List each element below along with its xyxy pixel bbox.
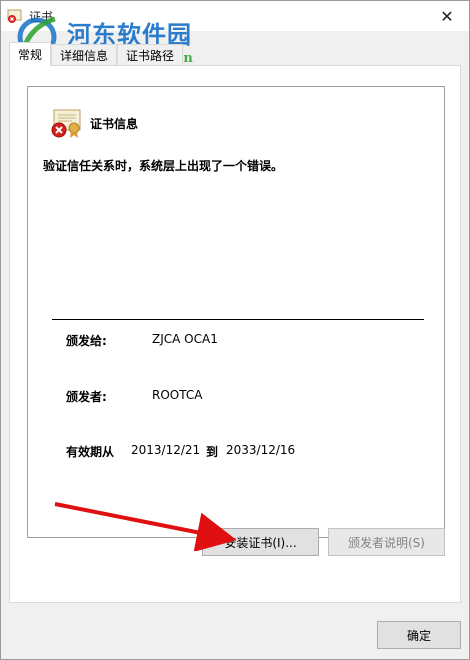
ok-button[interactable]: 确定 [377,621,461,649]
issued-to-label: 颁发给: [66,334,107,348]
tab-general[interactable]: 常规 [9,42,52,66]
divider [52,319,424,320]
window-title: 证书 [29,10,54,24]
install-certificate-button[interactable]: 安装证书(I)... [202,528,319,556]
tab-details[interactable]: 详细信息 [51,44,118,66]
certificate-info-box: 证书信息 验证信任关系时，系统层上出现了一个错误。 颁发给: ZJCA OCA1… [27,86,445,538]
issued-by-label: 颁发者: [66,390,107,404]
certificate-error-icon [7,9,22,23]
validity-label: 有效期从 [66,445,115,459]
error-message: 验证信任关系时，系统层上出现了一个错误。 [43,159,284,173]
certificate-window: 证书 ✕ 河东软件园 www.pc0359.cn 常规 详细信息 证书路径 [0,0,470,660]
close-button[interactable]: ✕ [425,1,469,31]
tab-cert-path[interactable]: 证书路径 [117,44,184,66]
certificate-error-icon [51,109,81,138]
valid-to-value: 2033/12/16 [226,443,296,457]
general-tab-panel: 证书信息 验证信任关系时，系统层上出现了一个错误。 颁发给: ZJCA OCA1… [9,65,461,603]
tab-strip: 常规 详细信息 证书路径 [9,42,184,66]
close-icon: ✕ [440,6,454,26]
cert-info-title: 证书信息 [90,117,139,131]
issuer-statement-button[interactable]: 颁发者说明(S) [328,528,445,556]
issued-by-value: ROOTCA [152,388,203,402]
validity-to-label: 到 [206,445,219,459]
valid-from-value: 2013/12/21 [131,443,201,457]
title-bar: 证书 ✕ [1,1,469,31]
issued-to-value: ZJCA OCA1 [152,332,218,346]
